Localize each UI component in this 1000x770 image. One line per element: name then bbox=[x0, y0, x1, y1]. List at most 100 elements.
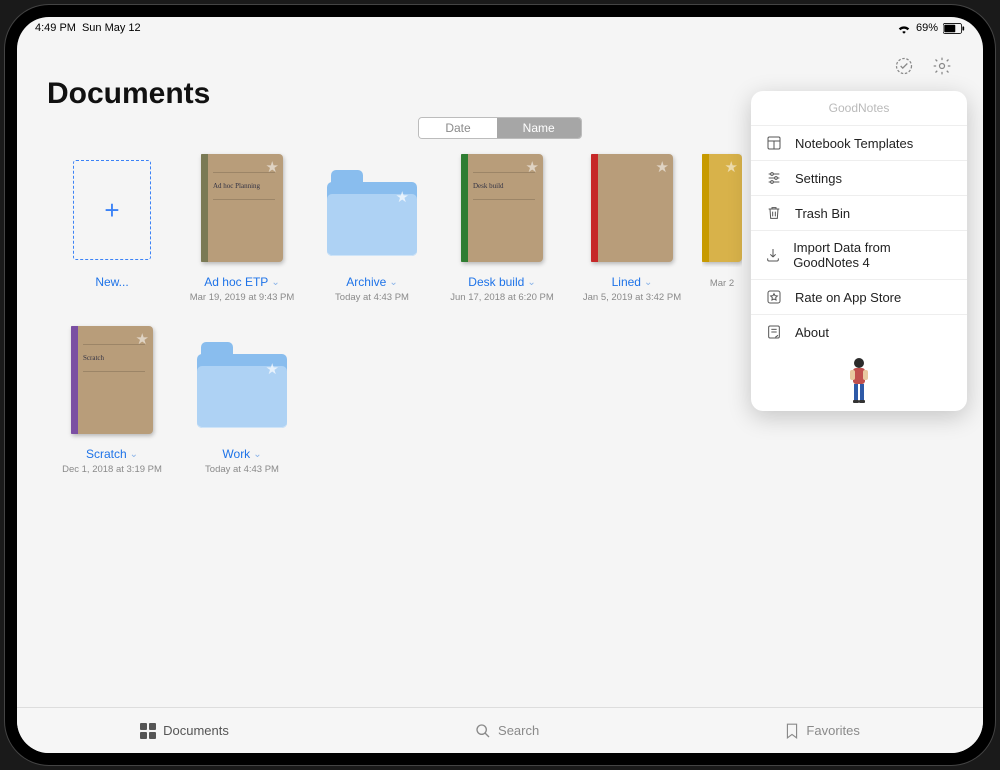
doc-date: Today at 4:43 PM bbox=[335, 292, 409, 303]
folder-icon: ★ bbox=[197, 354, 287, 428]
tab-favorites[interactable]: Favorites bbox=[785, 723, 859, 739]
checkmark-circle-icon[interactable] bbox=[893, 55, 915, 77]
status-bar: 4:49 PM Sun May 12 69% bbox=[17, 17, 983, 39]
doc-cell[interactable]: + New... bbox=[47, 149, 177, 303]
page-title: Documents bbox=[47, 77, 210, 111]
status-time: 4:49 PM bbox=[35, 22, 76, 34]
chevron-down-icon: ⌄ bbox=[389, 277, 397, 288]
folder-thumb[interactable]: ★ bbox=[194, 321, 290, 439]
tab-documents[interactable]: Documents bbox=[140, 723, 229, 739]
new-doc-box[interactable]: + bbox=[73, 160, 151, 260]
notebook-thumb[interactable]: Desk build★ bbox=[454, 149, 550, 267]
plus-icon: + bbox=[104, 195, 119, 226]
notebook-icon: ★ bbox=[702, 154, 742, 262]
new-thumb[interactable]: + bbox=[64, 149, 160, 267]
doc-cell[interactable]: Ad hoc Planning★ Ad hoc ETP ⌄ Mar 19, 2019… bbox=[177, 149, 307, 303]
about-icon bbox=[765, 324, 783, 340]
doc-date: Jan 5, 2019 at 3:42 PM bbox=[583, 292, 681, 303]
chevron-down-icon: ⌄ bbox=[527, 277, 535, 288]
popover-item-import-data-from-goodnotes-4[interactable]: Import Data from GoodNotes 4 bbox=[751, 230, 967, 279]
doc-cell[interactable]: Scratch★Scratch ⌄Dec 1, 2018 at 3:19 PM bbox=[47, 321, 177, 475]
bookmark-icon bbox=[785, 723, 799, 739]
ipad-frame: 4:49 PM Sun May 12 69% Documents bbox=[5, 5, 995, 765]
notebook-icon: Lined Paper★ bbox=[591, 154, 673, 262]
sort-by-name[interactable]: Name bbox=[497, 118, 581, 138]
notebook-thumb[interactable]: ★ bbox=[702, 149, 742, 267]
settings-popover: GoodNotes Notebook TemplatesSettingsTras… bbox=[751, 91, 967, 411]
doc-title-text: Scratch bbox=[86, 447, 127, 461]
import-icon bbox=[765, 247, 781, 263]
folder-thumb[interactable]: ★ bbox=[324, 149, 420, 267]
documents-grid-icon bbox=[140, 723, 156, 739]
chevron-down-icon: ⌄ bbox=[644, 277, 652, 288]
wifi-icon bbox=[897, 23, 911, 34]
favorite-star-icon[interactable]: ★ bbox=[656, 158, 669, 176]
popover-item-label: Notebook Templates bbox=[795, 136, 913, 151]
doc-cell[interactable]: ★ Mar 2 bbox=[697, 149, 747, 303]
doc-cell[interactable]: Lined Paper★ Lined ⌄ Jan 5, 2019 at 3:42 P… bbox=[567, 149, 697, 303]
folder-icon: ★ bbox=[327, 182, 417, 256]
doc-cell[interactable]: ★Work ⌄Today at 4:43 PM bbox=[177, 321, 307, 475]
doc-cell[interactable]: ★ Archive ⌄ Today at 4:43 PM bbox=[307, 149, 437, 303]
doc-date: Mar 19, 2019 at 9:43 PM bbox=[190, 292, 295, 303]
favorite-star-icon[interactable]: ★ bbox=[266, 360, 279, 378]
doc-date: Dec 1, 2018 at 3:19 PM bbox=[62, 464, 162, 475]
doc-title[interactable]: Work ⌄ bbox=[222, 447, 261, 461]
popover-item-settings[interactable]: Settings bbox=[751, 160, 967, 195]
search-icon bbox=[475, 723, 491, 739]
popover-item-about[interactable]: About bbox=[751, 314, 967, 349]
tab-search[interactable]: Search bbox=[475, 723, 539, 739]
doc-title-text: Work bbox=[222, 447, 250, 461]
battery-percent: 69% bbox=[916, 22, 938, 34]
sort-by-date[interactable]: Date bbox=[419, 118, 496, 138]
chevron-down-icon: ⌄ bbox=[130, 449, 138, 460]
popover-item-rate-on-app-store[interactable]: Rate on App Store bbox=[751, 279, 967, 314]
popover-item-notebook-templates[interactable]: Notebook Templates bbox=[751, 125, 967, 160]
notebook-cover-label: Ad hoc Planning bbox=[213, 172, 275, 200]
favorite-star-icon[interactable]: ★ bbox=[136, 330, 149, 348]
popover-item-label: Settings bbox=[795, 171, 842, 186]
popover-item-label: Trash Bin bbox=[795, 206, 850, 221]
notebook-icon: Ad hoc Planning★ bbox=[201, 154, 283, 262]
notebook-thumb[interactable]: Scratch★ bbox=[64, 321, 160, 439]
doc-title[interactable]: Scratch ⌄ bbox=[86, 447, 138, 461]
favorite-star-icon[interactable]: ★ bbox=[266, 158, 279, 176]
doc-title[interactable]: Lined ⌄ bbox=[612, 275, 653, 289]
doc-title[interactable]: Desk build ⌄ bbox=[468, 275, 535, 289]
doc-title[interactable]: Archive ⌄ bbox=[346, 275, 397, 289]
doc-title-text: New... bbox=[95, 275, 128, 289]
tab-favorites-label: Favorites bbox=[806, 723, 859, 738]
popover-item-trash-bin[interactable]: Trash Bin bbox=[751, 195, 967, 230]
trash-icon bbox=[765, 205, 783, 221]
doc-title[interactable]: Ad hoc ETP ⌄ bbox=[204, 275, 279, 289]
tab-documents-label: Documents bbox=[163, 723, 229, 738]
battery-icon bbox=[943, 23, 965, 34]
doc-date: Mar 2 bbox=[710, 278, 734, 289]
chevron-down-icon: ⌄ bbox=[271, 277, 279, 288]
popover-item-label: Import Data from GoodNotes 4 bbox=[793, 240, 953, 270]
popover-illustration bbox=[751, 349, 967, 411]
templates-icon bbox=[765, 135, 783, 151]
notebook-thumb[interactable]: Lined Paper★ bbox=[584, 149, 680, 267]
doc-title[interactable]: New... bbox=[95, 275, 128, 289]
tab-bar: Documents Search Favorites bbox=[17, 707, 983, 753]
popover-item-label: About bbox=[795, 325, 829, 340]
favorite-star-icon[interactable]: ★ bbox=[725, 158, 738, 176]
doc-cell[interactable]: Desk build★Desk build ⌄Jun 17, 2018 at 6… bbox=[437, 149, 567, 303]
gear-icon[interactable] bbox=[931, 55, 953, 77]
settings-icon bbox=[765, 170, 783, 186]
favorite-star-icon[interactable]: ★ bbox=[396, 188, 409, 206]
notebook-cover-label: Desk build bbox=[473, 172, 535, 200]
notebook-icon: Scratch★ bbox=[71, 326, 153, 434]
chevron-down-icon: ⌄ bbox=[253, 449, 261, 460]
favorite-star-icon[interactable]: ★ bbox=[526, 158, 539, 176]
notebook-cover-label: Scratch bbox=[83, 344, 145, 372]
doc-date: Jun 17, 2018 at 6:20 PM bbox=[450, 292, 554, 303]
screen: 4:49 PM Sun May 12 69% Documents bbox=[17, 17, 983, 753]
notebook-thumb[interactable]: Ad hoc Planning★ bbox=[194, 149, 290, 267]
doc-title-text: Archive bbox=[346, 275, 386, 289]
doc-title-text: Desk build bbox=[468, 275, 524, 289]
notebook-icon: Desk build★ bbox=[461, 154, 543, 262]
star-icon bbox=[765, 289, 783, 305]
tab-search-label: Search bbox=[498, 723, 539, 738]
